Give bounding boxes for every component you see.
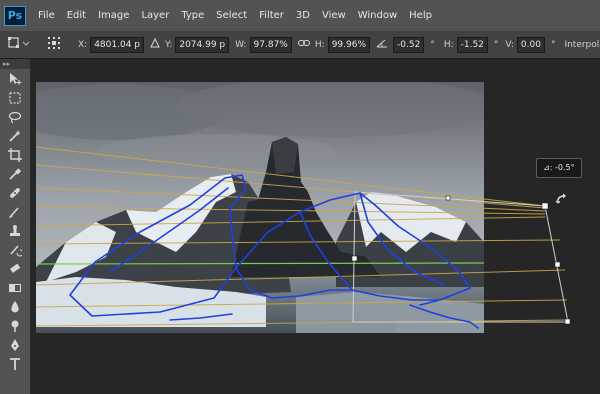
marquee-tool-icon[interactable] (0, 88, 30, 107)
menu-filter[interactable]: Filter (253, 10, 290, 21)
document-canvas[interactable] (36, 82, 484, 333)
horizontal-skew-field[interactable]: -1.52 (456, 36, 488, 53)
healing-brush-tool-icon[interactable] (0, 183, 30, 202)
menu-layer[interactable]: Layer (135, 10, 175, 21)
rotate-angle-icon (376, 38, 388, 51)
options-bar: X: 4801.04 p Y: 2074.99 p W: 97.87% H: 9… (0, 31, 600, 59)
menu-help[interactable]: Help (403, 10, 438, 21)
y-label: Y: (165, 39, 173, 50)
w-label: W: (235, 39, 247, 50)
rotate-cursor-icon (555, 193, 566, 204)
magic-wand-tool-icon[interactable] (0, 126, 30, 145)
move-tool-icon[interactable] (0, 69, 30, 88)
menu-file[interactable]: File (32, 10, 61, 21)
vertical-skew-field[interactable]: 0.00 (516, 36, 545, 53)
x-position-field[interactable]: 4801.04 p (90, 36, 144, 53)
landscape-image (36, 82, 484, 333)
degree-symbol: ° (430, 39, 435, 50)
clone-stamp-tool-icon[interactable] (0, 221, 30, 240)
transform-tool-preset-icon[interactable] (8, 37, 30, 52)
eraser-tool-icon[interactable] (0, 259, 30, 278)
toolbar-collapse-grip[interactable]: ▸▸ (0, 59, 30, 69)
tools-panel: ▸▸ (0, 59, 31, 394)
photoshop-logo: Ps (4, 5, 26, 26)
rotate-field[interactable]: -0.52 (393, 36, 425, 53)
menu-image[interactable]: Image (92, 10, 135, 21)
y-position-field[interactable]: 2074.99 p (175, 36, 230, 53)
menu-edit[interactable]: Edit (61, 10, 92, 21)
menu-3d[interactable]: 3D (290, 10, 316, 21)
x-label: X: (78, 39, 88, 50)
link-icon[interactable] (297, 39, 310, 50)
interpolation-label[interactable]: Interpolatio (564, 40, 600, 50)
crop-tool-icon[interactable] (0, 145, 30, 164)
history-brush-tool-icon[interactable] (0, 240, 30, 259)
menu-window[interactable]: Window (352, 10, 403, 21)
blur-tool-icon[interactable] (0, 297, 30, 316)
relative-position-icon[interactable] (150, 37, 160, 51)
brush-tool-icon[interactable] (0, 202, 30, 221)
menu-view[interactable]: View (316, 10, 352, 21)
hskew-label: H: (443, 39, 454, 50)
vskew-label: V: (505, 39, 514, 50)
pen-tool-icon[interactable] (0, 335, 30, 354)
rotation-angle-tooltip: ⊿: -0.5° (536, 158, 582, 178)
menu-type[interactable]: Type (175, 10, 210, 21)
height-field[interactable]: 99.96% (327, 36, 371, 53)
gradient-tool-icon[interactable] (0, 278, 30, 297)
dodge-tool-icon[interactable] (0, 316, 30, 335)
reference-point-locator-icon[interactable] (47, 36, 61, 53)
lasso-tool-icon[interactable] (0, 107, 30, 126)
degree-symbol: ° (493, 39, 499, 50)
menu-bar: Ps File Edit Image Layer Type Select Fil… (0, 0, 600, 31)
h-label: H: (314, 39, 325, 50)
degree-symbol: ° (550, 39, 556, 50)
width-field[interactable]: 97.87% (249, 36, 292, 53)
eyedropper-tool-icon[interactable] (0, 164, 30, 183)
type-tool-icon[interactable] (0, 354, 30, 373)
menu-select[interactable]: Select (210, 10, 253, 21)
